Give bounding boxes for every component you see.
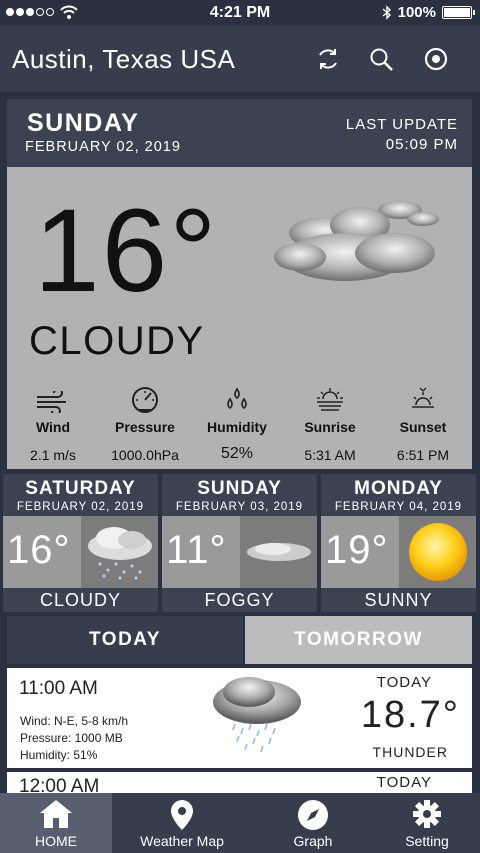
app-header: Austin, Texas USA — [0, 26, 480, 92]
sunset-icon — [412, 387, 434, 408]
stat-label: Sunset — [399, 419, 447, 435]
rain-cloud-icon — [213, 677, 301, 753]
city-title: Austin, Texas USA — [12, 44, 236, 74]
wind-icon — [37, 391, 66, 413]
stat-humidity: Humidity 52% — [191, 379, 283, 463]
current-condition: CLOUDY — [29, 319, 205, 363]
current-date: FEBRUARY 02, 2019 — [25, 139, 181, 155]
stat-value: 6:51 PM — [396, 447, 450, 463]
hourly-time: 12:00 AM — [19, 776, 100, 793]
cloud-icon — [274, 201, 439, 281]
hourly-wind: Wind: N-E, 5-8 km/h — [20, 714, 129, 728]
hourly-pressure: Pressure: 1000 MB — [20, 731, 123, 745]
forecast-temp: 16° — [7, 528, 71, 572]
tab-today[interactable]: TODAY — [7, 616, 243, 664]
search-icon — [370, 48, 393, 71]
sun-icon — [408, 523, 467, 581]
nav-home[interactable]: HOME — [0, 793, 112, 853]
stat-value: 1000.0hPa — [111, 447, 179, 463]
nav-label: Weather Map — [140, 833, 224, 849]
current-day: SUNDAY — [27, 109, 140, 137]
forecast-day: MONDAY — [354, 478, 443, 499]
nav-graph[interactable]: Graph — [252, 793, 374, 853]
current-temperature: 16° — [34, 185, 219, 317]
forecast-temp: 19° — [325, 528, 389, 572]
forecast-date: FEBRUARY 04, 2019 — [334, 501, 463, 513]
compass-icon — [298, 800, 328, 830]
hourly-details: Wind: N-E, 5-8 km/h Pressure: 1000 MB Hu… — [20, 713, 128, 764]
refresh-icon — [319, 49, 337, 69]
weather-stats: Wind 2.1 m/s Pressure 1000.0hPa Humidity… — [7, 379, 472, 469]
hourly-humidity: Humidity: 51% — [20, 748, 98, 762]
forecast-date: FEBRUARY 03, 2019 — [175, 501, 304, 513]
last-update-label: LAST UPDATE — [345, 116, 458, 133]
forecast-temp: 11° — [166, 528, 227, 572]
target-icon — [424, 47, 448, 71]
nav-label: Setting — [405, 833, 449, 849]
sunrise-icon — [317, 388, 343, 411]
day-tabs: TODAY TOMORROW — [7, 616, 472, 664]
home-icon — [40, 800, 72, 828]
stat-label: Humidity — [207, 419, 267, 435]
hourly-day-label: TODAY — [376, 674, 432, 691]
stat-pressure: Pressure 1000.0hPa — [99, 379, 191, 463]
map-pin-icon — [171, 800, 193, 830]
hourly-condition: THUNDER — [372, 744, 448, 760]
hourly-item[interactable]: 12:00 AM TODAY — [7, 772, 472, 793]
stat-sunset: Sunset 6:51 PM — [377, 379, 469, 463]
forecast-day: SUNDAY — [197, 478, 282, 499]
nav-setting[interactable]: Setting — [374, 793, 480, 853]
gear-icon — [413, 800, 441, 828]
refresh-button[interactable] — [313, 44, 343, 74]
forecast-card[interactable]: SUNDAY FEBRUARY 03, 2019 11° FOGGY — [162, 474, 317, 612]
status-bar: 4:21 PM 100% — [0, 0, 480, 26]
forecast-condition: FOGGY — [204, 590, 275, 610]
current-weather-card: SUNDAY FEBRUARY 02, 2019 LAST UPDATE 05:… — [7, 99, 472, 469]
droplets-icon — [227, 387, 247, 410]
nav-label: Graph — [293, 833, 333, 849]
forecast-condition: CLOUDY — [39, 590, 121, 610]
snow-cloud-icon — [87, 527, 152, 580]
forecast-card[interactable]: MONDAY FEBRUARY 04, 2019 19° SUNNY — [321, 474, 476, 612]
last-update: LAST UPDATE 05:09 PM — [346, 115, 458, 155]
current-date-bar: SUNDAY FEBRUARY 02, 2019 LAST UPDATE 05:… — [7, 99, 472, 167]
last-update-time: 05:09 PM — [385, 136, 458, 153]
stat-sunrise: Sunrise 5:31 AM — [284, 379, 376, 463]
nav-label: HOME — [35, 833, 77, 849]
stat-label: Pressure — [115, 419, 175, 435]
location-button[interactable] — [421, 44, 451, 74]
stat-wind: Wind 2.1 m/s — [7, 379, 99, 463]
stat-label: Wind — [35, 419, 71, 435]
forecast-day: SATURDAY — [25, 478, 136, 499]
forecast-date: FEBRUARY 02, 2019 — [16, 501, 145, 513]
search-button[interactable] — [366, 44, 396, 74]
nav-weather-map[interactable]: Weather Map — [112, 793, 252, 853]
forecast-card[interactable]: SATURDAY FEBRUARY 02, 2019 16° CLOUDY — [3, 474, 158, 612]
battery-percent: 100% — [397, 4, 436, 21]
stat-label: Sunrise — [304, 419, 356, 435]
battery-icon — [442, 6, 475, 19]
fog-icon — [246, 543, 311, 561]
tab-tomorrow[interactable]: TOMORROW — [245, 616, 472, 664]
hourly-time: 11:00 AM — [19, 678, 98, 699]
hourly-temp: 18.7° — [360, 694, 460, 736]
stat-value: 5:31 AM — [304, 447, 356, 463]
hourly-day-label: TODAY — [376, 774, 432, 791]
bluetooth-icon — [382, 5, 391, 20]
stat-value: 52% — [220, 445, 254, 462]
forecast-condition: SUNNY — [364, 590, 433, 610]
hourly-item[interactable]: 11:00 AM Wind: N-E, 5-8 km/h Pressure: 1… — [7, 668, 472, 768]
gauge-icon — [132, 387, 158, 413]
bottom-nav: HOME Weather Map Graph Setting — [0, 793, 480, 853]
stat-value: 2.1 m/s — [30, 447, 76, 463]
